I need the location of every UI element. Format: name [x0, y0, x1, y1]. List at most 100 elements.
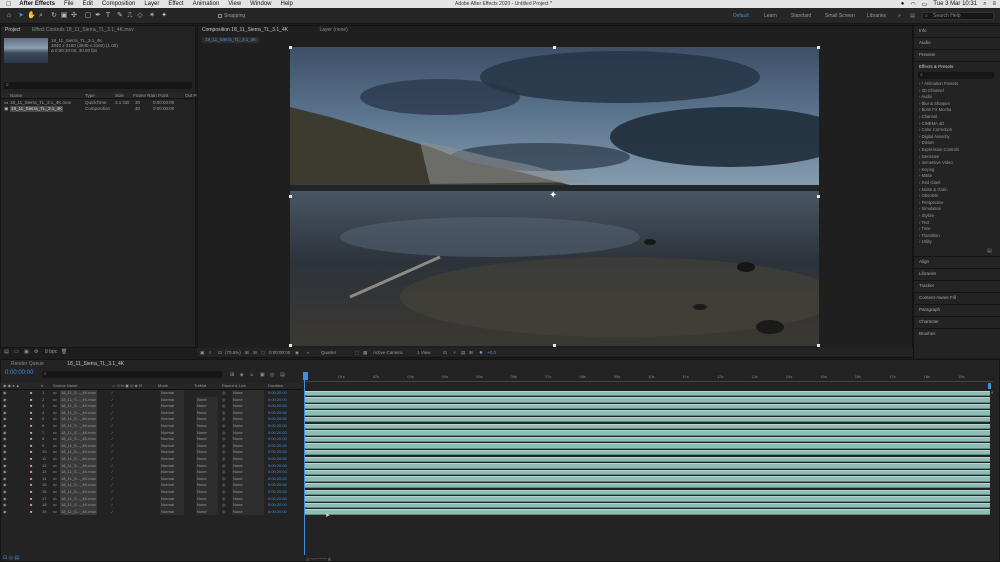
layer-row[interactable]: ◉ ■ 8 ▭ 18_11_S..._4K.mov ⁄ Normal None ◎ None 0:0…: [0, 436, 302, 443]
mode-dropdown[interactable]: Normal: [160, 508, 184, 516]
effects-category[interactable]: › Stylize: [919, 213, 934, 219]
trkmat-dropdown[interactable]: None: [196, 482, 218, 489]
toggle-panel-icon[interactable]: ▤: [910, 12, 915, 20]
pan-behind-tool-icon[interactable]: ✣: [70, 12, 78, 20]
layer-duration-bar[interactable]: [305, 496, 990, 502]
workspace-libraries[interactable]: Libraries: [867, 12, 886, 20]
tab-project[interactable]: Project: [5, 27, 21, 33]
transform-handle[interactable]: [289, 344, 292, 347]
mode-dropdown[interactable]: Normal: [160, 390, 184, 397]
trkmat-dropdown[interactable]: None: [196, 502, 218, 509]
mode-dropdown[interactable]: Normal: [160, 442, 184, 450]
effects-category[interactable]: › Text: [919, 220, 929, 226]
eye-icon[interactable]: ◉: [3, 502, 7, 509]
trkmat-dropdown[interactable]: None: [196, 475, 218, 483]
parent-dropdown[interactable]: None: [232, 390, 264, 397]
parent-dropdown[interactable]: None: [232, 508, 264, 516]
resolution-icon[interactable]: ⊞: [245, 348, 249, 357]
zoom-dropdown[interactable]: (70.5%): [225, 348, 241, 357]
eye-icon[interactable]: ◉: [3, 476, 7, 483]
panel-paragraph[interactable]: Paragraph: [914, 304, 1000, 315]
parent-dropdown[interactable]: None: [232, 416, 264, 423]
eye-icon[interactable]: ◉: [3, 496, 7, 503]
eye-icon[interactable]: ◉: [3, 390, 7, 397]
layer-name[interactable]: 18_11_S..._4K.mov: [60, 456, 97, 463]
col-name[interactable]: Name: [10, 93, 22, 99]
draft-3d-icon[interactable]: ◈: [240, 372, 244, 378]
layer-name[interactable]: 18_11_S..._4K.mov: [60, 390, 97, 397]
mode-dropdown[interactable]: Normal: [160, 495, 184, 503]
trkmat-dropdown[interactable]: None: [196, 456, 218, 463]
layer-duration-bar[interactable]: [305, 502, 990, 509]
transform-handle[interactable]: [289, 46, 292, 49]
transparency-grid-icon[interactable]: ⊟: [253, 348, 257, 357]
trkmat-dropdown[interactable]: None: [196, 396, 218, 404]
layer-name[interactable]: 18_11_S..._4K.mov: [60, 475, 97, 483]
layer-row[interactable]: ◉ ■ 11 ▭ 18_11_S..._4K.mov ⁄ Normal None ◎ None 0:…: [0, 456, 302, 463]
col-size[interactable]: Size: [115, 93, 124, 99]
panel-preview[interactable]: Preview: [914, 49, 1000, 60]
toggle-pixel-aspect-icon[interactable]: ⊡: [443, 348, 447, 357]
layer-duration-bar[interactable]: [305, 416, 990, 423]
layer-name[interactable]: 18_11_S..._4K.mov: [60, 462, 97, 470]
in-out-toggle-icon[interactable]: ▤: [14, 555, 19, 561]
hand-tool-icon[interactable]: ✋: [27, 12, 36, 20]
resolution-dropdown[interactable]: Quarter: [321, 348, 336, 357]
menu-edit[interactable]: Edit: [83, 1, 93, 7]
comp-timecode[interactable]: 0:00:00:00: [269, 348, 290, 357]
tab-timeline-comp[interactable]: 18_11_Sierra_TL_3.1_4K: [67, 361, 124, 367]
effects-category[interactable]: › Distort: [919, 140, 934, 146]
layer-row[interactable]: ◉ ■ 6 ▭ 18_11_S..._4K.mov ⁄ Normal None ◎ None 0:0…: [0, 423, 302, 430]
puppet-tool-icon[interactable]: ✦: [160, 12, 168, 20]
effects-category[interactable]: › * Animation Presets: [919, 81, 958, 87]
parent-dropdown[interactable]: None: [232, 396, 264, 404]
eye-icon[interactable]: ◉: [3, 463, 7, 470]
duration-header[interactable]: Duration: [268, 383, 283, 390]
parent-dropdown[interactable]: None: [232, 436, 264, 443]
layer-duration-bar[interactable]: [305, 509, 990, 515]
layer-name[interactable]: 18_11_S..._4K.mov: [60, 429, 97, 437]
layer-duration-bar[interactable]: [305, 456, 990, 463]
layer-row[interactable]: ◉ ■ 3 ▭ 18_11_S..._4K.mov ⁄ Normal None ◎ None 0:0…: [0, 403, 302, 410]
mode-dropdown[interactable]: Normal: [160, 449, 184, 456]
layer-row[interactable]: ◉ ■ 4 ▭ 18_11_S..._4K.mov ⁄ Normal None ◎ None 0:0…: [0, 409, 302, 417]
eye-icon[interactable]: ◉: [3, 469, 7, 476]
layer-name[interactable]: 18_11_S..._4K.mov: [60, 489, 97, 496]
layer-duration-bar[interactable]: [305, 430, 990, 436]
toggle-transparency-icon[interactable]: ▩: [363, 348, 367, 357]
effects-category[interactable]: › Expression Controls: [919, 147, 959, 153]
bpc-indicator[interactable]: 8 bpc: [45, 348, 57, 356]
timeline-search-input[interactable]: ⌕: [42, 371, 222, 378]
panel-brushes[interactable]: Brushes: [914, 328, 1000, 339]
layer-row[interactable]: ◉ ■ 15 ▭ 18_11_S..._4K.mov ⁄ Normal None ◎ None 0:…: [0, 482, 302, 489]
trkmat-dropdown[interactable]: None: [196, 462, 218, 470]
effects-category[interactable]: › Simulation: [919, 206, 941, 212]
layer-name[interactable]: 18_11_S..._4K.mov: [60, 469, 97, 476]
layer-name[interactable]: 18_11_S..._4K.mov: [60, 508, 97, 516]
transform-handle[interactable]: [289, 195, 292, 198]
menu-file[interactable]: File: [64, 1, 74, 7]
panel-align[interactable]: Align: [914, 256, 1000, 267]
work-area-end-handle[interactable]: [988, 383, 991, 389]
brush-tool-icon[interactable]: ✎: [116, 12, 124, 20]
menu-app-name[interactable]: After Effects: [19, 1, 55, 7]
parent-dropdown[interactable]: None: [232, 456, 264, 463]
effects-category[interactable]: › 3D Channel: [919, 88, 944, 94]
shape-tool-icon[interactable]: ▢: [84, 12, 92, 20]
eye-icon[interactable]: ◉: [3, 430, 7, 437]
transfer-controls-toggle-icon[interactable]: ◎: [9, 555, 13, 561]
mode-dropdown[interactable]: Normal: [160, 403, 184, 410]
mode-dropdown[interactable]: Normal: [160, 489, 184, 496]
exposure-icon[interactable]: ✹: [479, 348, 483, 357]
eye-icon[interactable]: ◉: [3, 436, 7, 443]
trash-icon[interactable]: 🗑: [61, 348, 67, 356]
project-search-input[interactable]: ⌕: [4, 82, 192, 89]
trkmat-dropdown[interactable]: None: [196, 436, 218, 443]
parent-dropdown[interactable]: None: [232, 495, 264, 503]
col-in-point[interactable]: In Point: [153, 93, 168, 99]
parent-dropdown[interactable]: None: [232, 403, 264, 410]
workspace-menu-icon[interactable]: »: [898, 12, 901, 20]
apple-icon[interactable]: : [6, 1, 11, 8]
panel-content-aware-fill[interactable]: Content-Aware Fill: [914, 292, 1000, 303]
fit-icon[interactable]: ⊡: [218, 348, 222, 357]
